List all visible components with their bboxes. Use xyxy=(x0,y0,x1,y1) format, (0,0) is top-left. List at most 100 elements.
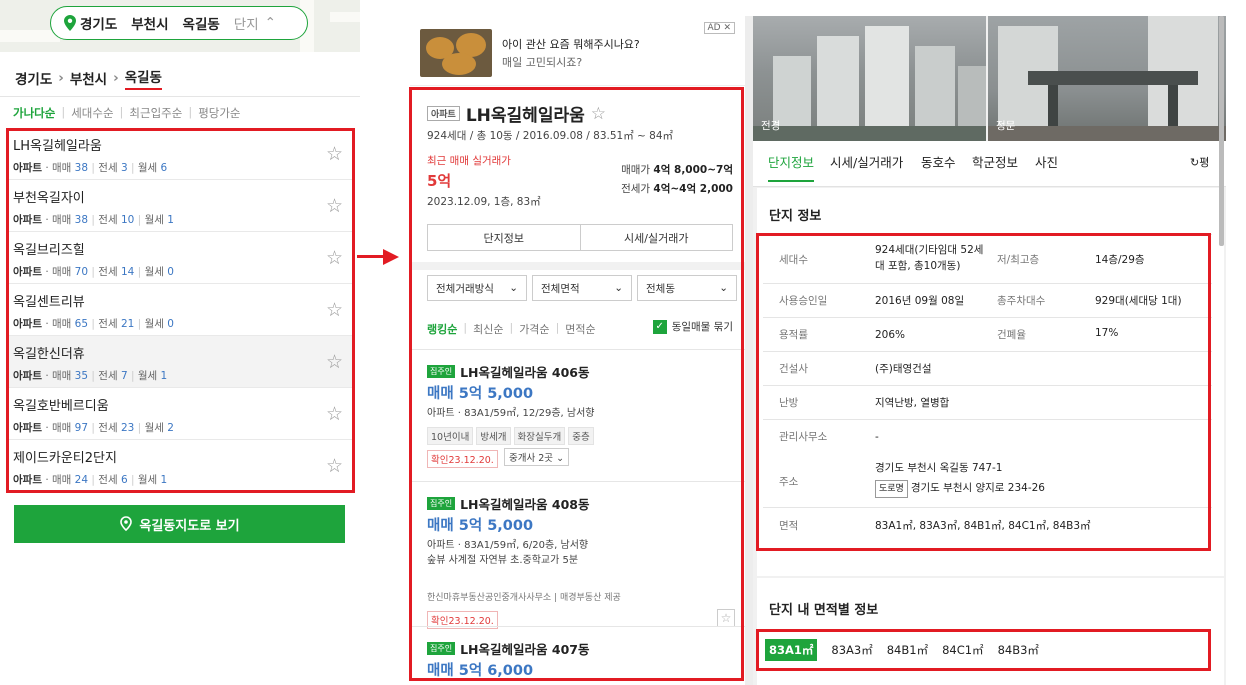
table-row: 건설사 (주)태영건설 xyxy=(763,352,1212,386)
apartment-name[interactable]: 제이드카운티2단지 xyxy=(13,447,355,466)
location-pin-icon xyxy=(64,15,76,31)
tab-school[interactable]: 학군정보 xyxy=(972,152,1018,171)
checkbox-checked-icon[interactable]: ✓ xyxy=(652,319,667,334)
sort-area[interactable]: 면적순 xyxy=(565,321,595,337)
breadcrumb-dong[interactable]: 옥길동 xyxy=(124,66,162,90)
sort-tab-price[interactable]: 평당가순 xyxy=(198,105,240,121)
approval-value: 2016년 09월 08일 xyxy=(875,295,965,307)
sort-tab-name[interactable]: 가나다순 xyxy=(13,105,55,121)
complex-type-tag: 아파트 xyxy=(427,106,460,121)
monthly-count: 2 xyxy=(167,422,174,434)
agent-count-dropdown[interactable]: 중개사 2곳 ⌄ xyxy=(504,448,570,466)
favorite-star-icon[interactable]: ☆ xyxy=(591,104,606,124)
listing-item[interactable]: 집주인 LH옥길헤일라움 406동 매매 5억 5,000 아파트 · 83A1/… xyxy=(410,349,745,481)
apartment-name[interactable]: 옥길브리즈힐 xyxy=(13,239,355,258)
chevron-up-icon[interactable]: ⌃ xyxy=(265,15,276,31)
favorite-star-icon[interactable]: ☆ xyxy=(326,247,343,269)
sort-latest[interactable]: 최신순 xyxy=(473,321,503,337)
list-item[interactable]: 제이드카운티2단지 아파트 · 매매 24 | 전세 6 | 월세 1 ☆ xyxy=(7,440,355,492)
ad-banner[interactable]: 아이 관산 요즘 뭐해주시나요? 매일 고민되시죠? AD ✕ xyxy=(410,16,745,86)
households-value: 924세대(기타임대 52세대 포함, 총10개동) xyxy=(875,244,984,272)
view-dong-map-button[interactable]: 옥길동지도로 보기 xyxy=(14,505,345,543)
listing-item[interactable]: 집주인 LH옥길헤일라움 408동 매매 5억 5,000 아파트 · 83A1/… xyxy=(410,481,745,629)
listing-chip: 화장실두개 xyxy=(513,427,566,445)
price-history-button[interactable]: 시세/실거래가 xyxy=(579,225,733,250)
region-province[interactable]: 경기도 xyxy=(80,13,117,33)
list-item[interactable]: 옥길호반베르디움 아파트 · 매매 97 | 전세 23 | 월세 2 ☆ xyxy=(7,388,355,440)
breadcrumb-city[interactable]: 부천시 xyxy=(70,68,107,88)
list-item[interactable]: 옥길브리즈힐 아파트 · 매매 70 | 전세 14 | 월세 0 ☆ xyxy=(7,232,355,284)
complex-info-button[interactable]: 단지정보 xyxy=(428,225,580,250)
area-select[interactable]: 전체면적 ⌄ xyxy=(532,275,632,301)
building-select[interactable]: 전체동 ⌄ xyxy=(637,275,737,301)
list-item[interactable]: 옥길한신더휴 아파트 · 매매 35 | 전세 7 | 월세 1 ☆ xyxy=(7,336,355,388)
tab-complex-info[interactable]: 단지정보 xyxy=(768,152,815,182)
listing-title: LH옥길헤일라움 407동 xyxy=(460,642,590,657)
photo-overview[interactable]: 전경 xyxy=(753,16,986,141)
favorite-star-icon[interactable]: ☆ xyxy=(326,299,343,321)
apartment-name[interactable]: LH옥길헤일라움 xyxy=(13,135,355,154)
tab-price-history[interactable]: 시세/실거래가 xyxy=(830,152,903,171)
apartment-name[interactable]: 옥길한신더휴 xyxy=(13,343,355,362)
monthly-label: 월세 xyxy=(137,370,158,382)
favorite-star-icon[interactable]: ☆ xyxy=(326,143,343,165)
floors-label: 저/최고층 xyxy=(997,254,1040,266)
sale-count: 38 xyxy=(74,214,89,226)
sort-tab-recent[interactable]: 최근입주순 xyxy=(129,105,182,121)
favorite-star-icon[interactable]: ☆ xyxy=(326,455,343,477)
sort-tabs: 가나다순 | 세대수순 | 최근입주순 | 평당가순 xyxy=(13,105,241,121)
region-complex[interactable]: 단지 xyxy=(234,13,259,33)
area-chip-84c1[interactable]: 84C1㎡ xyxy=(942,642,983,658)
favorite-star-icon[interactable]: ☆ xyxy=(717,609,735,627)
listing-title: LH옥길헤일라움 406동 xyxy=(460,365,590,380)
apartment-type: 아파트 xyxy=(13,370,42,382)
address-label: 주소 xyxy=(779,476,799,488)
favorite-star-icon[interactable]: ☆ xyxy=(326,403,343,425)
table-row: 난방 지역난방, 열병합 xyxy=(763,386,1212,420)
list-item[interactable]: LH옥길헤일라움 아파트 · 매매 38 | 전세 3 | 월세 6 ☆ xyxy=(7,128,355,180)
region-selector[interactable]: 경기도 부천시 옥길동 단지 ⌃ xyxy=(50,6,308,40)
refresh-area-toggle[interactable]: ↻평 xyxy=(1190,154,1209,170)
sort-tab-households[interactable]: 세대수순 xyxy=(71,105,113,121)
list-item[interactable]: 옥길센트리뷰 아파트 · 매매 65 | 전세 21 | 월세 0 ☆ xyxy=(7,284,355,336)
apartment-type: 아파트 xyxy=(13,474,42,486)
office-value: - xyxy=(875,431,879,443)
arrow-line xyxy=(357,255,385,258)
owner-badge: 집주인 xyxy=(427,497,456,510)
region-dong[interactable]: 옥길동 xyxy=(183,13,220,33)
listing-item[interactable]: 집주인 LH옥길헤일라움 407동 매매 5억 6,000 xyxy=(410,626,745,685)
trade-type-select[interactable]: 전체거래방식 ⌄ xyxy=(427,275,527,301)
jeonse-label: 전세 xyxy=(98,474,118,486)
list-item[interactable]: 부천옥길자이 아파트 · 매매 38 | 전세 10 | 월세 1 ☆ xyxy=(7,180,355,232)
photo-gate[interactable]: 정문 xyxy=(988,16,1226,141)
breadcrumb-province[interactable]: 경기도 xyxy=(15,68,52,88)
area-chip-83a1[interactable]: 83A1㎡ xyxy=(765,639,818,661)
favorite-star-icon[interactable]: ☆ xyxy=(326,351,343,373)
favorite-star-icon[interactable]: ☆ xyxy=(326,195,343,217)
ad-close-badge[interactable]: AD ✕ xyxy=(703,22,735,34)
parking-value: 929대(세대당 1대) xyxy=(1095,295,1182,307)
sort-ranking[interactable]: 랭킹순 xyxy=(427,321,457,337)
monthly-count: 0 xyxy=(167,266,174,278)
sale-label: 매매 xyxy=(52,474,72,486)
region-city[interactable]: 부천시 xyxy=(131,13,168,33)
tab-photos[interactable]: 사진 xyxy=(1035,152,1058,171)
group-same-listing-toggle[interactable]: ✓ 동일매물 묶기 xyxy=(652,319,733,334)
apartment-name[interactable]: 부천옥길자이 xyxy=(13,187,355,206)
scrollbar[interactable] xyxy=(1219,16,1224,246)
jeonse-label: 전세 xyxy=(98,162,118,174)
area-chip-84b3[interactable]: 84B3㎡ xyxy=(998,642,1039,658)
tab-units[interactable]: 동호수 xyxy=(921,152,956,171)
far-value: 206% xyxy=(875,329,906,341)
area-chip-83a3[interactable]: 83A3㎡ xyxy=(831,642,872,658)
sort-price[interactable]: 가격순 xyxy=(519,321,549,337)
area-chip-84b1[interactable]: 84B1㎡ xyxy=(887,642,928,658)
owner-badge: 집주인 xyxy=(427,642,456,655)
listing-desc: 아파트 · 83A1/59㎡, 12/29층, 남서향 xyxy=(427,408,595,419)
area-label: 면적 xyxy=(779,520,799,532)
sale-label: 매매 xyxy=(52,318,72,330)
apartment-name[interactable]: 옥길센트리뷰 xyxy=(13,291,355,310)
apartment-type: 아파트 xyxy=(13,266,42,278)
chevron-down-icon: ⌄ xyxy=(556,453,565,464)
apartment-name[interactable]: 옥길호반베르디움 xyxy=(13,395,355,414)
